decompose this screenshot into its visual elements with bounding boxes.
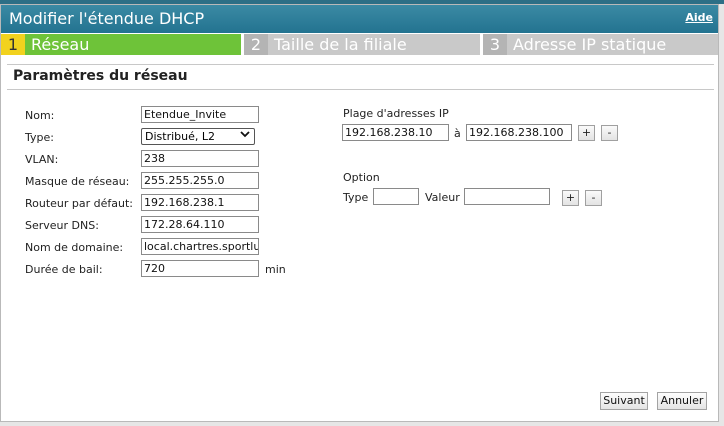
gateway-label: Routeur par défaut: bbox=[25, 197, 134, 210]
type-select-value: Distribué, L2 bbox=[145, 130, 215, 143]
option-type-field[interactable] bbox=[373, 188, 419, 205]
vlan-field[interactable]: 238 bbox=[141, 150, 259, 167]
dialog-title-bar: Modifier l'étendue DHCP Aide bbox=[1, 5, 718, 33]
step-label: Taille de la filiale bbox=[274, 35, 407, 54]
help-link[interactable]: Aide bbox=[685, 11, 713, 24]
type-label: Type: bbox=[25, 131, 54, 144]
dns-label: Serveur DNS: bbox=[25, 219, 99, 232]
ip-range-separator: à bbox=[454, 127, 461, 140]
step-static-ip[interactable]: 3 Adresse IP statique bbox=[483, 34, 718, 55]
netmask-label: Masque de réseau: bbox=[25, 175, 130, 188]
step-number: 3 bbox=[483, 34, 507, 55]
option-value-label: Valeur bbox=[425, 191, 460, 204]
type-select[interactable]: Distribué, L2 bbox=[141, 128, 255, 145]
option-type-label: Type bbox=[343, 191, 369, 204]
add-ip-range-button[interactable]: + bbox=[578, 125, 595, 141]
divider bbox=[7, 64, 714, 65]
domain-label: Nom de domaine: bbox=[25, 241, 124, 254]
lease-label: Durée de bail: bbox=[25, 263, 103, 276]
step-label: Adresse IP statique bbox=[513, 35, 667, 54]
divider bbox=[7, 89, 714, 90]
netmask-field[interactable]: 255.255.255.0 bbox=[141, 172, 259, 189]
gateway-field[interactable]: 192.168.238.1 bbox=[141, 194, 259, 211]
step-label: Réseau bbox=[31, 35, 90, 54]
dns-field[interactable]: 172.28.64.110 bbox=[141, 216, 259, 233]
step-number: 2 bbox=[244, 34, 268, 55]
next-button[interactable]: Suivant bbox=[600, 392, 648, 410]
domain-field[interactable]: local.chartres.sportlu bbox=[141, 238, 259, 255]
remove-ip-range-button[interactable]: - bbox=[601, 125, 618, 141]
ip-range-start-field[interactable]: 192.168.238.10 bbox=[342, 124, 449, 141]
lease-unit: min bbox=[265, 263, 286, 276]
step-network[interactable]: 1 Réseau bbox=[1, 34, 241, 55]
vlan-label: VLAN: bbox=[25, 153, 59, 166]
name-field[interactable]: Etendue_Invite bbox=[141, 106, 259, 123]
dialog-title: Modifier l'étendue DHCP bbox=[9, 9, 205, 28]
name-label: Nom: bbox=[25, 109, 55, 122]
step-number: 1 bbox=[1, 34, 25, 55]
dhcp-scope-dialog: Modifier l'étendue DHCP Aide 1 Réseau 2 … bbox=[0, 4, 719, 422]
remove-option-button[interactable]: - bbox=[585, 190, 602, 206]
section-title: Paramètres du réseau bbox=[13, 68, 188, 84]
option-value-field[interactable] bbox=[464, 188, 550, 205]
chevron-down-icon bbox=[240, 128, 250, 143]
add-option-button[interactable]: + bbox=[562, 190, 579, 206]
option-label: Option bbox=[343, 171, 380, 184]
ip-range-label: Plage d'adresses IP bbox=[343, 107, 449, 120]
step-branch-size[interactable]: 2 Taille de la filiale bbox=[244, 34, 480, 55]
cancel-button[interactable]: Annuler bbox=[657, 392, 707, 410]
lease-field[interactable]: 720 bbox=[141, 260, 259, 277]
wizard-steps: 1 Réseau 2 Taille de la filiale 3 Adress… bbox=[1, 34, 718, 56]
ip-range-end-field[interactable]: 192.168.238.100 bbox=[466, 124, 572, 141]
